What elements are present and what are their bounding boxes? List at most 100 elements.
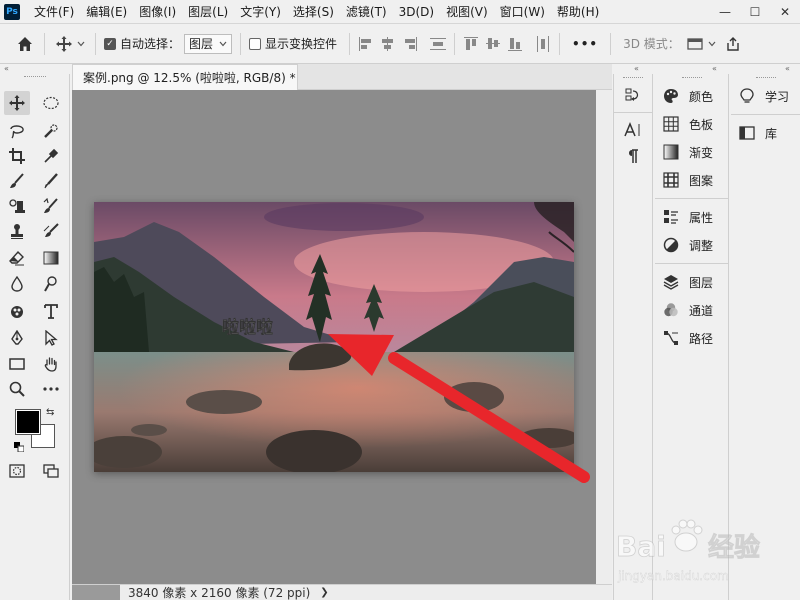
adjustments-panel-tab[interactable]: 调整: [655, 231, 728, 259]
gradient-tool-icon[interactable]: [38, 246, 64, 270]
menu-edit[interactable]: 编辑(E): [80, 0, 133, 24]
menu-image[interactable]: 图像(I): [133, 0, 182, 24]
smudge-tool-icon[interactable]: [4, 299, 30, 323]
panel-collapse-icon[interactable]: «: [785, 64, 790, 74]
quick-mask-icon[interactable]: [4, 459, 30, 483]
move-tool-icon[interactable]: [4, 91, 30, 115]
panel-grip[interactable]: [655, 74, 728, 82]
channels-panel-label: 通道: [689, 303, 714, 318]
close-button[interactable]: ✕: [770, 0, 800, 24]
home-icon[interactable]: [14, 33, 36, 55]
move-tool-preset-icon[interactable]: [53, 33, 75, 55]
rectangle-tool-icon[interactable]: [4, 352, 30, 376]
color-panel-tab[interactable]: 颜色: [655, 82, 728, 110]
menu-help[interactable]: 帮助(H): [551, 0, 605, 24]
eraser-tool-icon[interactable]: [4, 246, 30, 270]
menu-select[interactable]: 选择(S): [287, 0, 340, 24]
maximize-button[interactable]: ☐: [740, 0, 770, 24]
minimize-button[interactable]: —: [710, 0, 740, 24]
auto-select-dropdown[interactable]: 图层: [184, 33, 233, 54]
character-panel-icon[interactable]: [614, 117, 652, 143]
type-tool-icon[interactable]: [38, 299, 64, 323]
pen-tool-icon[interactable]: [4, 326, 30, 350]
chevron-down-icon[interactable]: [706, 33, 718, 55]
zoom-tool-icon[interactable]: [4, 377, 30, 401]
crop-tool-icon[interactable]: [4, 144, 30, 168]
align-hcenter-icon[interactable]: [380, 36, 396, 52]
align-left-icon[interactable]: [358, 36, 374, 52]
share-icon[interactable]: [722, 33, 744, 55]
paragraph-panel-icon[interactable]: [614, 143, 652, 169]
eyedropper-tool-icon[interactable]: [38, 144, 64, 168]
properties-panel-tab[interactable]: 属性: [655, 203, 728, 231]
libraries-panel-tab[interactable]: 库: [731, 119, 800, 147]
properties-icon: [663, 209, 679, 225]
tools-panel: ⇆: [0, 74, 70, 600]
status-menu-arrow-icon[interactable]: ❯: [320, 587, 328, 598]
foreground-color-swatch[interactable]: [15, 409, 41, 435]
swap-colors-icon[interactable]: ⇆: [46, 407, 54, 418]
stamp-tool-icon[interactable]: [4, 219, 30, 243]
hand-tool-icon[interactable]: [38, 352, 64, 376]
menu-filter[interactable]: 滤镜(T): [340, 0, 393, 24]
document-tab[interactable]: 案例.png @ 12.5% (啦啦啦, RGB/8) * ✕: [72, 64, 312, 90]
menu-3d[interactable]: 3D(D): [393, 0, 440, 24]
brush-healing-tool-icon[interactable]: [4, 169, 30, 193]
lasso-tool-icon[interactable]: [4, 119, 30, 143]
menu-type[interactable]: 文字(Y): [234, 0, 287, 24]
patterns-panel-label: 图案: [689, 173, 714, 188]
document-dimensions: 3840 像素 x 2160 像素 (72 ppi): [128, 586, 311, 600]
chevron-down-icon[interactable]: [75, 33, 87, 55]
dodge-tool-icon[interactable]: [38, 272, 64, 296]
menu-file[interactable]: 文件(F): [28, 0, 80, 24]
channels-panel-tab[interactable]: 通道: [655, 296, 728, 324]
palette-icon: [663, 88, 679, 104]
align-top-icon[interactable]: [463, 36, 479, 52]
menu-window[interactable]: 窗口(W): [494, 0, 551, 24]
toolbar-collapse-icon[interactable]: «: [0, 64, 70, 74]
align-bottom-icon[interactable]: [507, 36, 523, 52]
vertical-scrollbar[interactable]: [596, 90, 612, 584]
divider: [614, 112, 652, 113]
brush-tool-icon[interactable]: [38, 169, 64, 193]
screen-mode-icon[interactable]: [38, 459, 64, 483]
3d-orbit-icon[interactable]: [684, 33, 706, 55]
bulb-icon: [739, 88, 755, 104]
path-select-tool-icon[interactable]: [38, 326, 64, 350]
align-vcenter-icon[interactable]: [485, 36, 501, 52]
blur-tool-icon[interactable]: [4, 272, 30, 296]
marquee-tool-icon[interactable]: [38, 91, 64, 115]
zoom-level-field[interactable]: [72, 584, 120, 600]
auto-select-checkbox[interactable]: ✓: [104, 37, 116, 50]
more-tools-icon[interactable]: [38, 377, 64, 401]
gradients-panel-tab[interactable]: 渐变: [655, 138, 728, 166]
more-options-button[interactable]: •••: [572, 37, 598, 51]
paths-panel-tab[interactable]: 路径: [655, 324, 728, 352]
toolbar-grip[interactable]: [24, 76, 46, 78]
layers-panel-label: 图层: [689, 275, 714, 290]
clone-stamp-tool-icon[interactable]: [4, 194, 30, 218]
show-transform-checkbox[interactable]: [249, 37, 262, 50]
learn-panel-tab[interactable]: 学习: [731, 82, 800, 110]
panel-grip[interactable]: [731, 74, 800, 82]
panel-grip[interactable]: [614, 74, 652, 82]
history-brush-tool-icon[interactable]: [38, 194, 64, 218]
distribute-horizontal-icon[interactable]: [535, 35, 551, 52]
menu-view[interactable]: 视图(V): [440, 0, 494, 24]
quick-select-tool-icon[interactable]: [38, 119, 64, 143]
layers-panel-tab[interactable]: 图层: [655, 268, 728, 296]
distribute-vertical-icon[interactable]: [430, 36, 447, 52]
align-right-icon[interactable]: [402, 36, 418, 52]
divider: [655, 263, 728, 264]
pattern-icon: [663, 172, 679, 188]
patterns-panel-tab[interactable]: 图案: [655, 166, 728, 194]
swatches-panel-tab[interactable]: 色板: [655, 110, 728, 138]
panel-collapse-icon[interactable]: «: [712, 64, 717, 74]
canvas-area[interactable]: 啦啦啦: [72, 90, 596, 584]
history-panel-icon[interactable]: [614, 82, 652, 108]
menu-layer[interactable]: 图层(L): [182, 0, 234, 24]
panel-collapse-icon[interactable]: «: [634, 64, 639, 74]
art-history-brush-icon[interactable]: [38, 219, 64, 243]
align-vertical-group: [463, 35, 551, 52]
default-colors-icon[interactable]: [14, 441, 25, 453]
